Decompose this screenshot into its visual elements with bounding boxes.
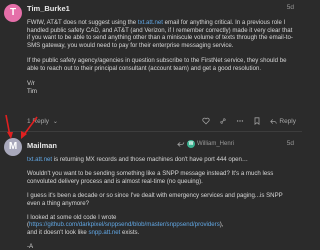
chevron-down-icon: ⌄ — [52, 119, 58, 125]
post-username[interactable]: Tim_Burke1 — [27, 4, 70, 13]
text: ), — [219, 221, 224, 229]
post-date[interactable]: 5d — [287, 140, 294, 147]
post-paragraph: I guess it's been a decade or so since I… — [27, 191, 283, 207]
reply-button[interactable]: Reply — [270, 118, 296, 125]
post-date[interactable]: 5d — [287, 4, 294, 11]
post-paragraph: Wouldn't you want to be sending somethin… — [27, 170, 274, 185]
post-signature: V/r Tim — [27, 80, 295, 95]
post-actions: Reply — [202, 116, 296, 126]
link-txt-att-net[interactable]: txt.att.net — [27, 156, 52, 163]
signoff: V/r — [27, 80, 35, 88]
link-txt-att-net[interactable]: txt.att.net — [138, 19, 163, 26]
bookmark-icon[interactable] — [253, 117, 261, 126]
reply-label: Reply — [279, 117, 296, 125]
signoff-name: Tim — [27, 88, 37, 96]
reply-to-indicator[interactable]: W William_Henri — [177, 140, 234, 148]
link-snpp-att-net[interactable]: snpp.att.net — [88, 229, 120, 236]
avatar[interactable]: T — [4, 4, 22, 22]
replies-toggle[interactable]: 1 Reply ⌄ — [27, 118, 58, 125]
post-paragraph: FWIW, AT&T does not suggest using the tx… — [27, 19, 295, 50]
topic-thread: T Tim_Burke1 5d FWIW, AT&T does not sugg… — [0, 0, 302, 250]
reply-to-avatar: W — [187, 140, 195, 148]
link-github-snppsend[interactable]: https://github.com/darkpixel/snppsend/bl… — [29, 221, 220, 228]
link-icon[interactable] — [219, 117, 227, 126]
post-username[interactable]: Mailman — [27, 141, 57, 150]
text: FWIW, AT&T does not suggest using the — [27, 19, 138, 26]
ellipsis-icon[interactable] — [236, 117, 244, 126]
reply-count: 1 Reply — [27, 118, 50, 125]
post-body: txt.att.net is returning MX records and … — [27, 156, 295, 250]
post-paragraph: txt.att.net is returning MX records and … — [27, 156, 295, 164]
post-signature: -A — [27, 243, 34, 250]
reply-arrow-icon — [270, 118, 278, 124]
text: and it doesn't look like — [27, 229, 89, 237]
post-paragraph: I looked at some old code I wrote (https… — [27, 214, 295, 237]
post-paragraph: If the public safety agency/agencies in … — [27, 57, 287, 73]
heart-icon[interactable] — [202, 117, 210, 126]
post-tim-burke: T Tim_Burke1 5d FWIW, AT&T does not sugg… — [0, 0, 302, 130]
arrowhead — [21, 131, 27, 139]
post-body: FWIW, AT&T does not suggest using the tx… — [27, 19, 295, 103]
post-divider — [0, 131, 302, 132]
text: is returning MX records and those machin… — [52, 156, 249, 163]
reply-to-username: William_Henri — [197, 141, 235, 147]
avatar[interactable]: M — [4, 138, 22, 156]
share-icon — [177, 142, 185, 147]
text: exists. — [120, 229, 140, 237]
